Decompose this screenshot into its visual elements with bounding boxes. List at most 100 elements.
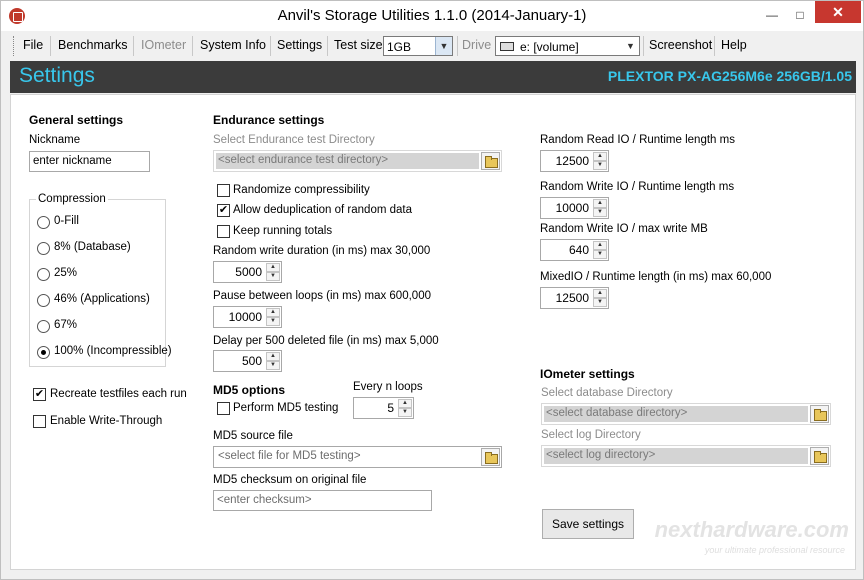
menu-help[interactable]: Help xyxy=(721,38,747,52)
spin-down-icon[interactable]: ▼ xyxy=(593,298,607,307)
keep-running-totals-label: Keep running totals xyxy=(233,225,333,237)
random-write-runtime-label: Random Write IO / Runtime length ms xyxy=(540,181,735,193)
random-write-duration-value: 5000 xyxy=(235,265,262,279)
random-write-max-stepper[interactable]: 640 ▲ ▼ xyxy=(540,239,609,261)
menu-benchmarks[interactable]: Benchmarks xyxy=(58,38,127,52)
spin-up-icon[interactable]: ▲ xyxy=(593,289,607,298)
menu-settings[interactable]: Settings xyxy=(277,38,322,52)
spin-down-icon[interactable]: ▼ xyxy=(266,272,280,281)
database-dir-input[interactable]: <select database directory> xyxy=(544,406,808,422)
md5-source-input[interactable]: <select file for MD5 testing> xyxy=(216,449,479,465)
drive-icon xyxy=(500,42,514,51)
spin-up-icon[interactable]: ▲ xyxy=(266,352,280,361)
md5-checksum-input[interactable]: <enter checksum> xyxy=(213,490,432,511)
menu-file[interactable]: File xyxy=(23,38,43,52)
random-read-runtime-label: Random Read IO / Runtime length ms xyxy=(540,134,735,146)
compression-radio-46-percent[interactable] xyxy=(37,294,50,307)
log-dir-label: Select log Directory xyxy=(541,429,641,441)
randomize-compressibility-checkbox[interactable] xyxy=(217,184,230,197)
folder-open-icon[interactable] xyxy=(810,447,829,465)
random-write-duration-stepper[interactable]: 5000 ▲ ▼ xyxy=(213,261,282,283)
menu-iometer[interactable]: IOmeter xyxy=(141,38,186,52)
compression-radio-25-percent[interactable] xyxy=(37,268,50,281)
watermark-tagline: your ultimate professional resource xyxy=(704,545,845,555)
drive-select[interactable]: e: [volume] ▼ xyxy=(495,36,640,56)
toolbar-grip[interactable] xyxy=(13,36,16,56)
random-write-runtime-stepper[interactable]: 10000 ▲ ▼ xyxy=(540,197,609,219)
menu-bar: File Benchmarks IOmeter System Info Sett… xyxy=(1,32,863,60)
spin-up-icon[interactable]: ▲ xyxy=(398,399,412,408)
menu-screenshot[interactable]: Screenshot xyxy=(649,38,712,52)
spin-down-icon[interactable]: ▼ xyxy=(593,208,607,217)
save-settings-button[interactable]: Save settings xyxy=(542,509,634,539)
allow-dedup-label: Allow deduplication of random data xyxy=(233,204,413,216)
mixed-io-runtime-stepper[interactable]: 12500 ▲ ▼ xyxy=(540,287,609,309)
endurance-dir-picker: <select endurance test directory> xyxy=(213,150,502,172)
watermark-logo: nexthardware.com xyxy=(654,517,849,542)
nickname-label: Nickname xyxy=(29,134,81,146)
compression-option-label: 25% xyxy=(54,267,78,279)
random-write-max-label: Random Write IO / max write MB xyxy=(540,223,708,235)
spin-down-icon[interactable]: ▼ xyxy=(398,408,412,417)
spin-up-icon[interactable]: ▲ xyxy=(593,241,607,250)
pause-between-loops-stepper[interactable]: 10000 ▲ ▼ xyxy=(213,306,282,328)
compression-option-label: 46% (Applications) xyxy=(54,293,150,305)
folder-open-icon[interactable] xyxy=(810,405,829,423)
endurance-dir-input[interactable]: <select endurance test directory> xyxy=(216,153,479,169)
menu-divider xyxy=(192,36,193,56)
spin-down-icon[interactable]: ▼ xyxy=(593,161,607,170)
delay-per-deleted-label: Delay per 500 deleted file (in ms) max 5… xyxy=(213,335,439,347)
app-window: Anvil's Storage Utilities 1.1.0 (2014-Ja… xyxy=(0,0,864,580)
spin-down-icon[interactable]: ▼ xyxy=(266,361,280,370)
compression-radio-8-percent[interactable] xyxy=(37,242,50,255)
recreate-testfiles-checkbox[interactable]: ✔ xyxy=(33,388,46,401)
menu-divider xyxy=(643,36,644,56)
log-dir-input[interactable]: <select log directory> xyxy=(544,448,808,464)
close-button[interactable]: ✕ xyxy=(815,1,861,23)
endurance-dir-label: Select Endurance test Directory xyxy=(213,134,375,146)
spin-down-icon[interactable]: ▼ xyxy=(266,317,280,326)
random-read-runtime-value: 12500 xyxy=(555,154,589,168)
pause-between-loops-value: 10000 xyxy=(228,310,262,324)
write-through-checkbox[interactable] xyxy=(33,415,46,428)
drive-label: Drive xyxy=(462,38,492,52)
compression-option-label: 67% xyxy=(54,319,78,331)
chevron-down-icon[interactable]: ▼ xyxy=(435,37,452,55)
database-dir-label: Select database Directory xyxy=(541,387,673,399)
perform-md5-checkbox[interactable] xyxy=(217,402,230,415)
minimize-button[interactable]: — xyxy=(759,5,785,25)
md5-source-label: MD5 source file xyxy=(213,430,293,442)
every-n-loops-stepper[interactable]: 5 ▲ ▼ xyxy=(353,397,414,419)
general-settings-heading: General settings xyxy=(29,113,124,127)
compression-option-label: 100% (Incompressible) xyxy=(54,345,172,357)
menu-system-info[interactable]: System Info xyxy=(200,38,266,52)
delay-per-deleted-stepper[interactable]: 500 ▲ ▼ xyxy=(213,350,282,372)
test-size-label: Test size xyxy=(334,38,383,52)
spin-up-icon[interactable]: ▲ xyxy=(593,152,607,161)
test-size-select[interactable]: 1GB ▼ xyxy=(383,36,453,56)
keep-running-totals-checkbox[interactable] xyxy=(217,225,230,238)
every-n-loops-label: Every n loops xyxy=(353,381,423,393)
compression-option-label: 8% (Database) xyxy=(54,241,131,253)
allow-dedup-checkbox[interactable]: ✔ xyxy=(217,204,230,217)
random-read-runtime-stepper[interactable]: 12500 ▲ ▼ xyxy=(540,150,609,172)
database-dir-picker: <select database directory> xyxy=(541,403,831,425)
menu-divider xyxy=(133,36,134,56)
compression-radio-100-percent[interactable] xyxy=(37,346,50,359)
spin-down-icon[interactable]: ▼ xyxy=(593,250,607,259)
folder-open-icon[interactable] xyxy=(481,448,500,466)
write-through-label: Enable Write-Through xyxy=(50,415,163,427)
spin-up-icon[interactable]: ▲ xyxy=(266,308,280,317)
compression-radio-0-fill[interactable] xyxy=(37,216,50,229)
perform-md5-label: Perform MD5 testing xyxy=(233,402,339,414)
compression-radio-67-percent[interactable] xyxy=(37,320,50,333)
test-size-value: 1GB xyxy=(387,40,412,54)
folder-open-icon[interactable] xyxy=(481,152,500,170)
window-title: Anvil's Storage Utilities 1.1.0 (2014-Ja… xyxy=(277,7,587,24)
maximize-button[interactable]: □ xyxy=(787,5,813,25)
drive-value: e: [volume] xyxy=(520,40,579,54)
spin-up-icon[interactable]: ▲ xyxy=(593,199,607,208)
spin-up-icon[interactable]: ▲ xyxy=(266,263,280,272)
nickname-input[interactable]: enter nickname xyxy=(29,151,150,172)
chevron-down-icon[interactable]: ▼ xyxy=(622,37,639,55)
